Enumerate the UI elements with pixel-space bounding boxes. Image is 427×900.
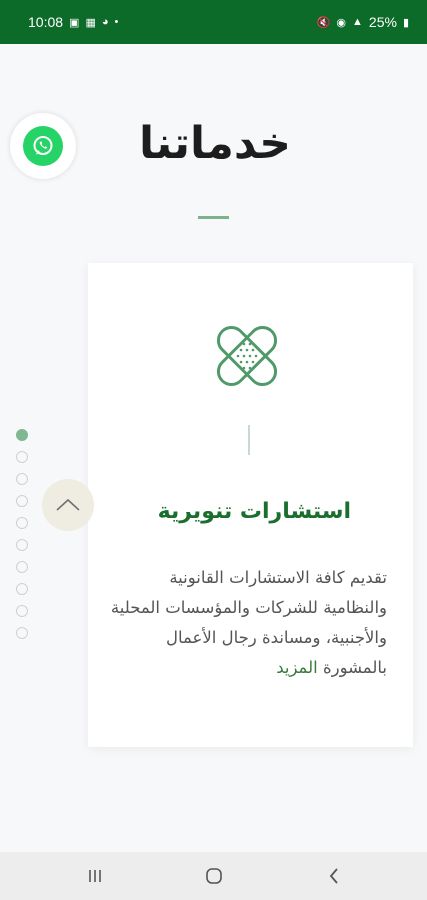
back-icon bbox=[329, 868, 338, 884]
battery-icon: ▮ bbox=[402, 16, 409, 29]
whatsapp-button[interactable] bbox=[10, 113, 76, 179]
dot-icon: • bbox=[114, 16, 119, 28]
service-description: تقديم كافة الاستشارات القانونية والنظامي… bbox=[102, 563, 387, 683]
page-dot[interactable] bbox=[16, 605, 28, 617]
sync-icon: ◕ bbox=[101, 16, 109, 28]
navigation-bar bbox=[0, 852, 427, 900]
signal-icon: ▲ bbox=[352, 16, 363, 28]
image-icon: ▣ bbox=[69, 16, 80, 29]
battery-percentage: 25% bbox=[368, 14, 397, 30]
status-time: 10:08 bbox=[28, 14, 64, 30]
back-button[interactable] bbox=[322, 864, 346, 888]
recents-button[interactable] bbox=[83, 864, 107, 888]
home-icon bbox=[206, 868, 222, 884]
scroll-up-button[interactable] bbox=[42, 479, 94, 531]
service-title: استشارات تنويرية bbox=[157, 499, 351, 524]
mute-icon: 🔇 bbox=[316, 16, 331, 29]
status-right: 🔇 ◉ ▲ 25% ▮ bbox=[317, 14, 409, 30]
pagination-dots bbox=[16, 429, 30, 639]
status-left: 10:08 ▣ ▦ ◕ • bbox=[28, 14, 118, 30]
wifi-icon: ◉ bbox=[336, 16, 347, 29]
page-dot[interactable] bbox=[16, 429, 28, 441]
page-title: خدماتنا bbox=[139, 118, 291, 169]
calendar-icon: ▦ bbox=[85, 16, 96, 29]
bandage-icon bbox=[214, 323, 280, 389]
chevron-up-icon bbox=[56, 498, 80, 511]
page-dot[interactable] bbox=[16, 561, 28, 573]
status-bar: 10:08 ▣ ▦ ◕ • 🔇 ◉ ▲ 25% ▮ bbox=[0, 0, 427, 44]
card-divider bbox=[248, 425, 250, 455]
service-description-text: تقديم كافة الاستشارات القانونية والنظامي… bbox=[110, 568, 387, 677]
title-underline bbox=[198, 216, 229, 219]
service-card: استشارات تنويرية تقديم كافة الاستشارات ا… bbox=[88, 263, 413, 747]
home-button[interactable] bbox=[202, 864, 226, 888]
page-dot[interactable] bbox=[16, 451, 28, 463]
page-dot[interactable] bbox=[16, 517, 28, 529]
page-dot[interactable] bbox=[16, 473, 28, 485]
whatsapp-icon bbox=[23, 126, 63, 166]
page-dot[interactable] bbox=[16, 539, 28, 551]
page-dot[interactable] bbox=[16, 495, 28, 507]
page-dot[interactable] bbox=[16, 583, 28, 595]
more-link[interactable]: المزيد bbox=[276, 658, 318, 677]
recents-icon bbox=[89, 870, 101, 882]
page-dot[interactable] bbox=[16, 627, 28, 639]
